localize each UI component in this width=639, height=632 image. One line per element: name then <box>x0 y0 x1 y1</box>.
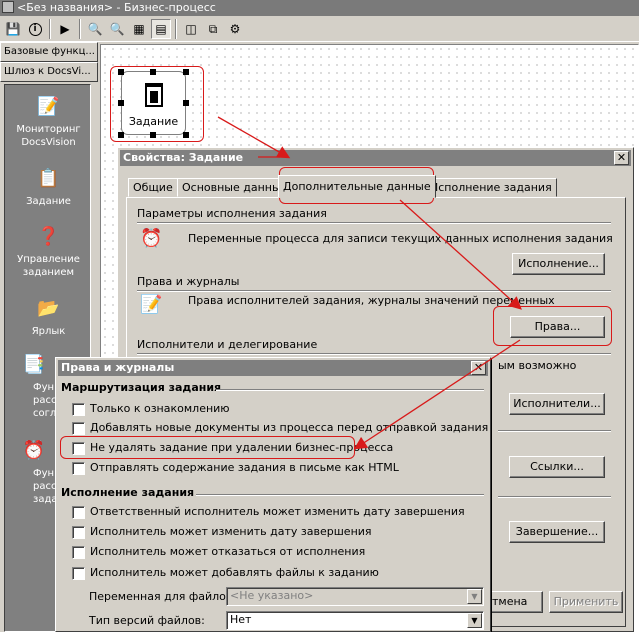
arrow-to-rights <box>399 199 522 310</box>
annotation-arrows <box>217 116 522 450</box>
tab-additional-data[interactable]: Дополнительные данные <box>278 175 436 198</box>
arrow-to-tab <box>217 116 291 159</box>
arrow-to-checkbox <box>353 339 521 450</box>
